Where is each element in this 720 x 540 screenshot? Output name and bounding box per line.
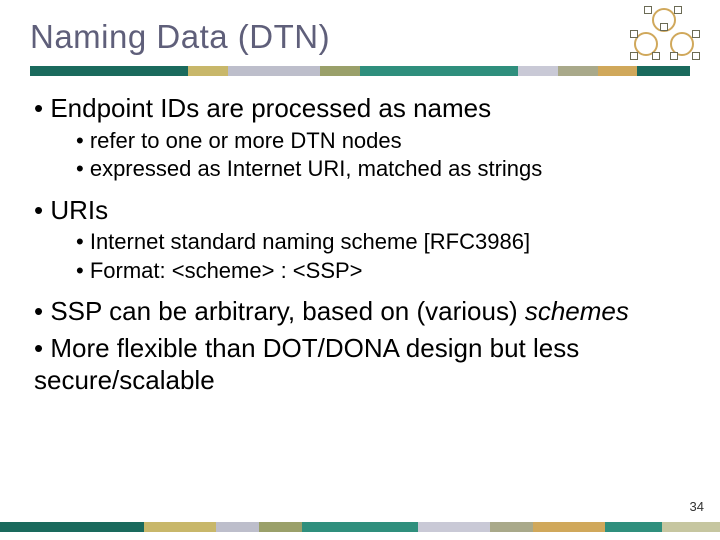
page-number: 34 bbox=[690, 499, 704, 514]
bullet-text: Internet standard naming scheme [RFC3986… bbox=[90, 229, 530, 254]
bullet-endpoint-ids: Endpoint IDs are processed as names refe… bbox=[34, 92, 690, 184]
network-logo bbox=[630, 6, 708, 66]
subbullet: Format: <scheme> : <SSP> bbox=[76, 257, 690, 286]
divider-top bbox=[30, 66, 690, 76]
subbullet: expressed as Internet URI, matched as st… bbox=[76, 155, 690, 184]
bullet-text: URIs bbox=[50, 195, 108, 225]
divider-bottom bbox=[0, 522, 720, 532]
bullet-flexibility: More flexible than DOT/DONA design but l… bbox=[34, 332, 690, 397]
subbullet: refer to one or more DTN nodes bbox=[76, 127, 690, 156]
bullet-text: Endpoint IDs are processed as names bbox=[50, 93, 491, 123]
bullet-text: expressed as Internet URI, matched as st… bbox=[90, 156, 542, 181]
bullet-text-em: schemes bbox=[525, 296, 629, 326]
bullet-uris: URIs Internet standard naming scheme [RF… bbox=[34, 194, 690, 286]
bullet-text: SSP can be arbitrary, based on (various) bbox=[50, 296, 525, 326]
bullet-text: Format: <scheme> : <SSP> bbox=[90, 258, 363, 283]
slide: Naming Data (DTN) Endpoint IDs are proce… bbox=[0, 0, 720, 540]
bullet-text: More flexible than DOT/DONA design but l… bbox=[34, 333, 579, 396]
bullet-text: refer to one or more DTN nodes bbox=[90, 128, 402, 153]
slide-title: Naming Data (DTN) bbox=[30, 18, 690, 56]
content-area: Endpoint IDs are processed as names refe… bbox=[30, 92, 690, 397]
subbullet: Internet standard naming scheme [RFC3986… bbox=[76, 228, 690, 257]
bullet-ssp: SSP can be arbitrary, based on (various)… bbox=[34, 295, 690, 328]
